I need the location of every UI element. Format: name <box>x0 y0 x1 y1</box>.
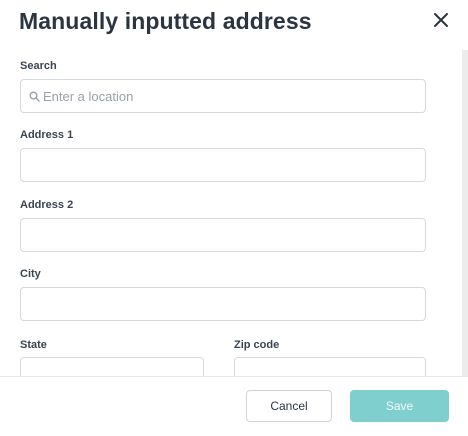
close-button[interactable] <box>430 9 452 31</box>
scrollbar[interactable] <box>462 50 468 376</box>
city-label: City <box>20 268 41 280</box>
search-field[interactable] <box>20 79 426 113</box>
city-field[interactable] <box>20 287 426 321</box>
state-label: State <box>20 339 47 351</box>
state-field[interactable] <box>20 357 204 376</box>
save-button[interactable]: Save <box>350 390 449 422</box>
zip-input[interactable] <box>235 358 425 376</box>
dialog-title: Manually inputted address <box>19 8 312 34</box>
cancel-button[interactable]: Cancel <box>246 390 332 422</box>
zip-field[interactable] <box>234 357 426 376</box>
search-input[interactable] <box>21 80 425 112</box>
search-label: Search <box>20 60 57 72</box>
search-icon <box>29 91 40 102</box>
state-input[interactable] <box>21 358 203 376</box>
address2-label: Address 2 <box>20 199 74 211</box>
city-input[interactable] <box>21 288 425 320</box>
address2-input[interactable] <box>21 219 425 251</box>
address-dialog: Manually inputted address Search Address… <box>0 0 468 436</box>
address1-field[interactable] <box>20 148 426 182</box>
address1-input[interactable] <box>21 149 425 181</box>
footer-divider <box>0 376 468 377</box>
address1-label: Address 1 <box>20 129 74 141</box>
address2-field[interactable] <box>20 218 426 252</box>
zip-label: Zip code <box>234 339 280 351</box>
close-icon[interactable] <box>434 13 448 27</box>
form-scroll-area[interactable]: Search Address 1 Address 2 City State <box>0 50 462 376</box>
